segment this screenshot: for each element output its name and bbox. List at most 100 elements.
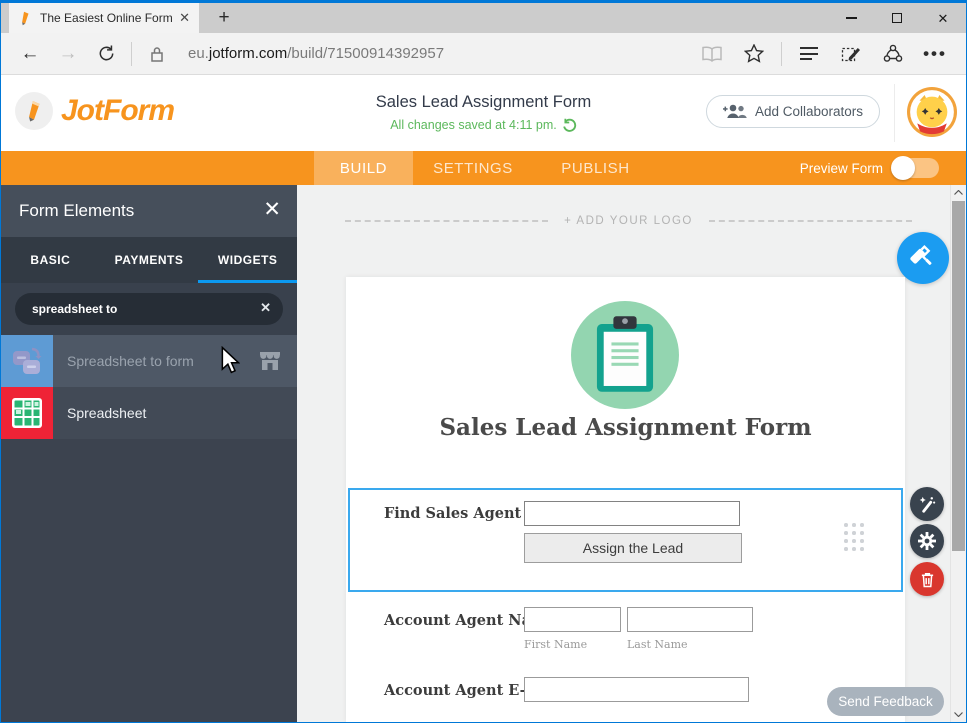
sidebar-tabs: BASIC PAYMENTS WIDGETS bbox=[1, 237, 297, 283]
widget-search-input[interactable] bbox=[15, 293, 283, 325]
close-icon: ✕ bbox=[938, 12, 949, 25]
field-delete-button[interactable] bbox=[910, 562, 944, 596]
add-logo-label: + ADD YOUR LOGO bbox=[564, 215, 693, 227]
magic-wand-icon bbox=[918, 495, 937, 514]
scroll-up-button[interactable] bbox=[951, 185, 966, 200]
toggle-knob bbox=[891, 156, 915, 180]
email-input[interactable] bbox=[524, 677, 749, 702]
web-note-button[interactable] bbox=[830, 44, 872, 64]
field-wizard-button[interactable] bbox=[910, 487, 944, 521]
sidebar-tab-basic[interactable]: BASIC bbox=[1, 237, 100, 283]
maximize-icon bbox=[892, 13, 902, 23]
paint-roller-icon bbox=[905, 240, 942, 277]
field-properties-button[interactable] bbox=[910, 524, 944, 558]
chevron-down-icon bbox=[954, 712, 963, 717]
back-button[interactable]: ← bbox=[11, 43, 49, 65]
last-name-sublabel: Last Name bbox=[627, 638, 688, 651]
url-path: /build/71500914392957 bbox=[287, 45, 444, 62]
tab-close-icon[interactable]: ✕ bbox=[179, 10, 190, 26]
trash-icon bbox=[920, 571, 935, 588]
minimize-icon bbox=[846, 17, 857, 19]
refresh-icon bbox=[97, 44, 116, 63]
revert-icon[interactable] bbox=[562, 118, 577, 132]
sidebar-title: Form Elements bbox=[19, 201, 134, 221]
field-find-sales-agent[interactable]: Find Sales Agent Assign the Lead bbox=[348, 488, 903, 592]
form-elements-sidebar: Form Elements ✕ BASIC PAYMENTS WIDGETS ✕ bbox=[1, 185, 297, 722]
close-button[interactable]: ✕ bbox=[920, 3, 966, 33]
marketplace-store-icon bbox=[259, 351, 281, 376]
widget-item-label: Spreadsheet to form bbox=[67, 353, 194, 369]
first-name-input[interactable] bbox=[524, 607, 621, 632]
share-button[interactable] bbox=[872, 44, 914, 64]
form-canvas: + ADD YOUR LOGO bbox=[297, 185, 950, 722]
tab-build[interactable]: BUILD bbox=[314, 151, 413, 185]
minimize-button[interactable] bbox=[828, 3, 874, 33]
save-status: All changes saved at 4:11 pm. bbox=[390, 118, 577, 132]
plus-icon: + bbox=[218, 7, 229, 29]
preview-form-label: Preview Form bbox=[800, 161, 883, 176]
more-actions-button[interactable]: ••• bbox=[914, 44, 956, 64]
add-collaborators-label: Add Collaborators bbox=[755, 104, 863, 119]
spreadsheet-to-form-icon bbox=[1, 335, 53, 387]
assign-the-lead-button[interactable]: Assign the Lead bbox=[524, 533, 742, 563]
send-feedback-button[interactable]: Send Feedback bbox=[827, 687, 944, 716]
web-note-icon bbox=[841, 44, 861, 64]
widget-item-spreadsheet-to-form[interactable]: Spreadsheet to form bbox=[1, 335, 297, 387]
first-name-sublabel: First Name bbox=[524, 638, 587, 651]
new-tab-button[interactable]: + bbox=[207, 3, 241, 33]
tab-publish[interactable]: PUBLISH bbox=[533, 151, 658, 185]
browser-tab[interactable]: The Easiest Online Form ✕ bbox=[9, 3, 199, 33]
clipboard-icon bbox=[595, 316, 655, 394]
save-status-text: All changes saved at 4:11 pm. bbox=[390, 118, 557, 132]
last-name-input[interactable] bbox=[627, 607, 753, 632]
toolbar-divider bbox=[781, 42, 782, 66]
spreadsheet-icon bbox=[1, 387, 53, 439]
more-icon: ••• bbox=[923, 44, 947, 64]
sidebar-tab-widgets[interactable]: WIDGETS bbox=[198, 237, 297, 283]
mouse-cursor bbox=[220, 346, 240, 380]
scrollbar-thumb[interactable] bbox=[952, 201, 965, 551]
star-icon bbox=[744, 44, 764, 63]
drag-handle[interactable] bbox=[844, 523, 864, 551]
preview-form-toggle[interactable] bbox=[893, 158, 939, 178]
page-scrollbar[interactable] bbox=[950, 185, 966, 722]
lock-icon bbox=[150, 45, 164, 63]
lock-button[interactable] bbox=[138, 45, 176, 63]
widget-search: ✕ bbox=[1, 283, 297, 335]
widget-item-spreadsheet[interactable]: Spreadsheet bbox=[1, 387, 297, 439]
sidebar-close-icon[interactable]: ✕ bbox=[263, 197, 281, 222]
user-avatar[interactable] bbox=[907, 87, 957, 137]
address-bar: ← → eu.jotform.com/build/71500914392957 bbox=[1, 33, 966, 75]
sidebar-header: Form Elements ✕ bbox=[1, 185, 297, 237]
widget-item-label: Spreadsheet bbox=[67, 405, 146, 421]
url-domain: jotform.com bbox=[209, 45, 287, 62]
tab-settings[interactable]: SETTINGS bbox=[413, 151, 533, 185]
sidebar-tab-payments[interactable]: PAYMENTS bbox=[100, 237, 199, 283]
maximize-button[interactable] bbox=[874, 3, 920, 33]
browser-window: The Easiest Online Form ✕ + ✕ ← → eu.jot… bbox=[0, 0, 967, 723]
find-sales-agent-label: Find Sales Agent bbox=[384, 505, 521, 522]
search-clear-icon[interactable]: ✕ bbox=[260, 300, 271, 316]
forward-button[interactable]: → bbox=[49, 43, 87, 65]
window-top-border bbox=[1, 1, 966, 3]
reading-view-button[interactable] bbox=[691, 46, 733, 62]
favorites-button[interactable] bbox=[733, 44, 775, 63]
refresh-button[interactable] bbox=[87, 44, 125, 63]
browser-tab-bar: The Easiest Online Form ✕ + ✕ bbox=[1, 3, 966, 33]
add-collaborators-button[interactable]: Add Collaborators bbox=[706, 95, 880, 128]
hub-button[interactable] bbox=[788, 44, 830, 64]
jotform-favicon-icon bbox=[18, 11, 33, 26]
form-card-title[interactable]: Sales Lead Assignment Form bbox=[346, 414, 905, 441]
url-prefix: eu. bbox=[188, 45, 209, 62]
chevron-up-icon bbox=[954, 190, 963, 195]
dashed-line-left bbox=[345, 220, 548, 222]
tab-title: The Easiest Online Form bbox=[40, 11, 172, 25]
add-logo-row[interactable]: + ADD YOUR LOGO bbox=[345, 215, 912, 227]
scroll-down-button[interactable] bbox=[951, 707, 966, 722]
url-text[interactable]: eu.jotform.com/build/71500914392957 bbox=[188, 45, 444, 62]
find-sales-agent-input[interactable] bbox=[524, 501, 740, 526]
app-header: JotForm Sales Lead Assignment Form All c… bbox=[1, 75, 966, 151]
avatar-mascot-icon bbox=[907, 87, 957, 137]
form-card: Sales Lead Assignment Form Find Sales Ag… bbox=[346, 277, 905, 722]
form-logo-badge[interactable] bbox=[571, 301, 679, 409]
